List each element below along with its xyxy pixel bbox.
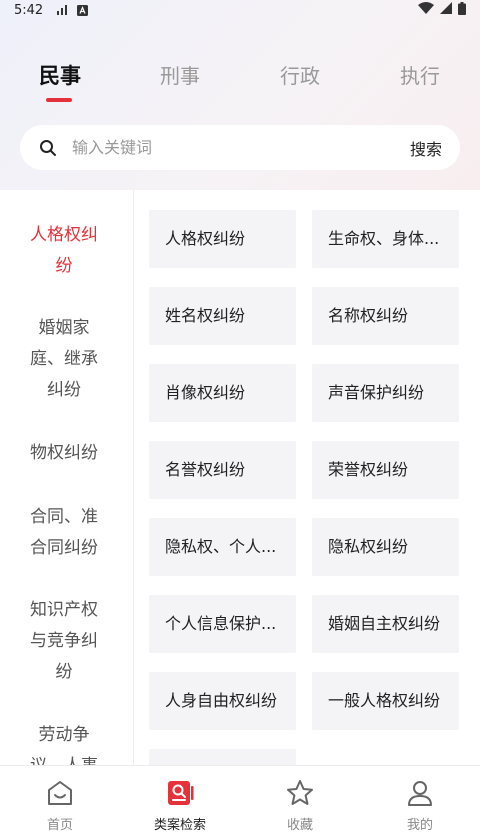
- search-bar: 搜索: [20, 125, 460, 170]
- sidebar-item-marriage-family[interactable]: 婚姻家庭、继承纠纷: [0, 313, 128, 406]
- wifi-icon: [418, 2, 434, 18]
- tab-civil[interactable]: 民事: [20, 56, 100, 96]
- tab-enforcement[interactable]: 执行: [380, 56, 460, 96]
- category-tabs: 民事 刑事 行政 执行: [0, 56, 480, 108]
- subcategory-cell[interactable]: 婚姻自主权纠纷: [312, 595, 459, 653]
- sidebar-item-property-rights[interactable]: 物权纠纷: [0, 438, 128, 469]
- search-button[interactable]: 搜索: [410, 136, 442, 160]
- subcategory-cell[interactable]: 个人信息保护...: [149, 595, 296, 653]
- cell-signal-icon: [440, 2, 452, 18]
- subcategory-cell[interactable]: 人格权纠纷: [149, 210, 296, 268]
- subcategory-cell[interactable]: 隐私权、个人...: [149, 518, 296, 576]
- status-bar: 5:42: [0, 0, 480, 20]
- nav-favorites-label: 收藏: [286, 818, 313, 833]
- subcategory-cell[interactable]: 隐私权纠纷: [312, 518, 459, 576]
- sidebar-item-personality-rights[interactable]: 人格权纠纷: [0, 220, 128, 282]
- bottom-navigation: 首页 类案检索 收藏 我的: [0, 765, 480, 840]
- sidebar-item-labor[interactable]: 劳动争议、人事: [0, 720, 128, 765]
- nav-home[interactable]: 首页: [0, 766, 120, 840]
- nav-profile[interactable]: 我的: [360, 766, 480, 840]
- subcategory-cell[interactable]: 一般人格权纠纷: [312, 672, 459, 730]
- category-sidebar: 人格权纠纷 婚姻家庭、继承纠纷 物权纠纷 合同、准合同纠纷 知识产权与竞争纠纷 …: [0, 190, 134, 765]
- subcategory-cell-partial[interactable]: [149, 749, 296, 765]
- user-icon: [405, 778, 435, 808]
- tab-administrative[interactable]: 行政: [260, 56, 340, 96]
- sidebar-item-intellectual-property[interactable]: 知识产权与竞争纠纷: [0, 595, 128, 688]
- nav-profile-label: 我的: [406, 818, 433, 833]
- subcategory-cell[interactable]: 人身自由权纠纷: [149, 672, 296, 730]
- subcategory-cell[interactable]: 姓名权纠纷: [149, 287, 296, 345]
- subcategory-cell[interactable]: 声音保护纠纷: [312, 364, 459, 422]
- nav-favorites[interactable]: 收藏: [240, 766, 360, 840]
- subcategory-cell[interactable]: 生命权、身体...: [312, 210, 459, 268]
- status-time: 5:42: [14, 2, 44, 18]
- star-icon: [285, 778, 315, 808]
- nav-home-label: 首页: [46, 818, 73, 833]
- notification-a-icon: [77, 4, 89, 16]
- nav-case-search-label: 类案检索: [153, 818, 206, 833]
- tab-criminal[interactable]: 刑事: [140, 56, 220, 96]
- signal-bars-small-icon: [57, 5, 69, 15]
- search-input[interactable]: [72, 138, 410, 157]
- subcategory-cell[interactable]: 名称权纠纷: [312, 287, 459, 345]
- nav-case-search[interactable]: 类案检索: [120, 766, 240, 840]
- status-right-group: [418, 1, 466, 19]
- case-search-icon: [165, 778, 195, 808]
- battery-icon: [458, 1, 466, 19]
- sidebar-item-contract[interactable]: 合同、准合同纠纷: [0, 502, 128, 564]
- active-tab-indicator: [46, 98, 72, 102]
- subcategory-cell[interactable]: 荣誉权纠纷: [312, 441, 459, 499]
- home-icon: [45, 778, 75, 808]
- search-icon: [38, 138, 58, 158]
- subcategory-grid: 人格权纠纷 生命权、身体... 姓名权纠纷 名称权纠纷 肖像权纠纷 声音保护纠纷…: [135, 190, 480, 765]
- subcategory-cell[interactable]: 名誉权纠纷: [149, 441, 296, 499]
- subcategory-cell[interactable]: 肖像权纠纷: [149, 364, 296, 422]
- app-screen: 5:42 民事 刑事 行政 执行 搜索: [0, 0, 480, 840]
